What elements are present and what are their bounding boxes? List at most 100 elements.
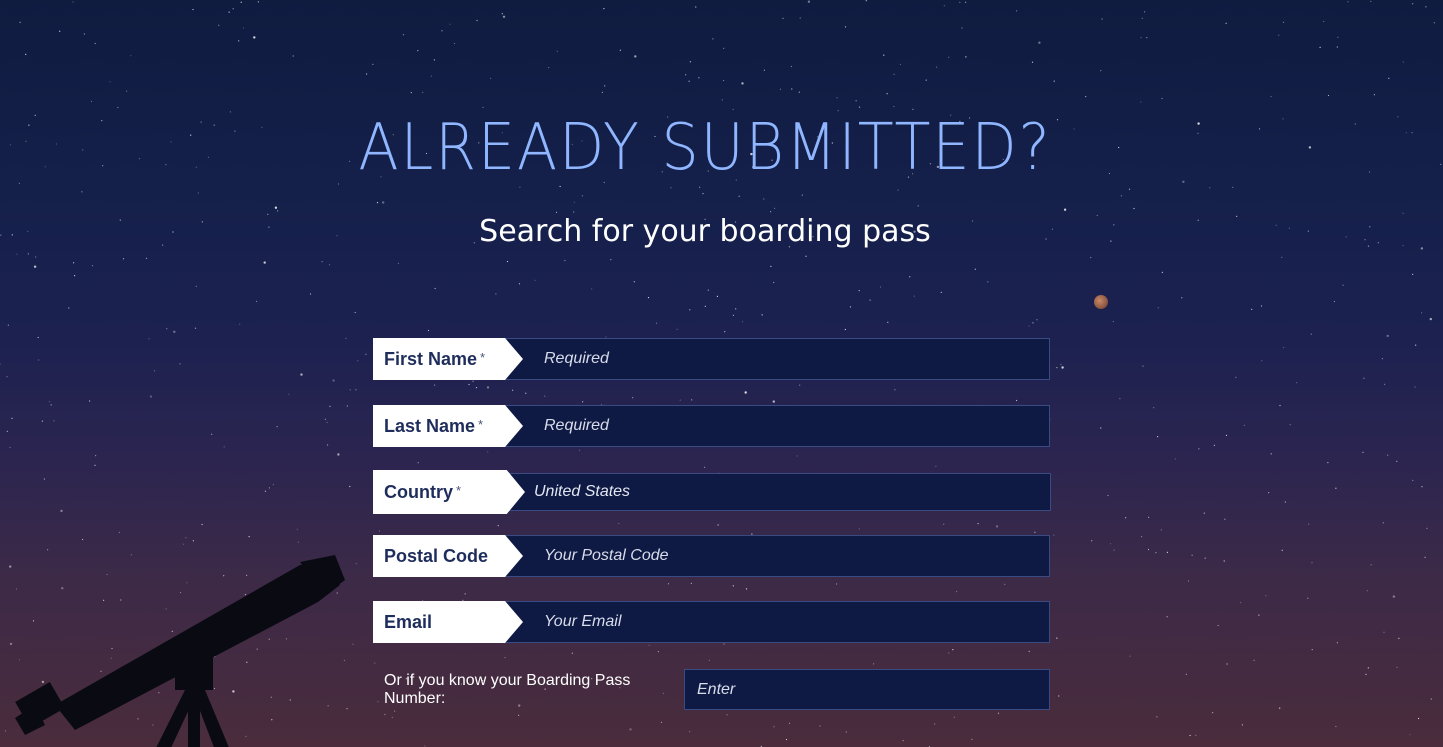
star-icon	[173, 330, 176, 333]
star-icon	[1140, 101, 1142, 103]
star-icon	[582, 401, 584, 403]
star-icon	[1028, 325, 1030, 327]
star-icon	[417, 50, 419, 52]
star-icon	[1147, 548, 1150, 551]
star-icon	[1430, 698, 1432, 700]
star-icon	[556, 50, 558, 52]
star-icon	[925, 79, 927, 81]
star-icon	[1424, 556, 1426, 559]
star-icon	[1212, 712, 1214, 714]
postal-code-label-text: Postal Code	[384, 545, 489, 566]
star-icon	[218, 24, 220, 26]
star-icon	[1327, 94, 1330, 97]
star-icon	[1113, 549, 1115, 551]
star-icon	[1279, 707, 1281, 709]
star-icon	[7, 324, 9, 326]
star-icon	[573, 201, 576, 203]
star-icon	[497, 525, 499, 527]
star-icon	[971, 738, 973, 741]
star-icon	[819, 725, 821, 727]
star-icon	[511, 389, 514, 391]
star-icon	[1226, 663, 1228, 665]
country-select[interactable]	[505, 473, 1051, 511]
star-icon	[1028, 650, 1030, 653]
star-icon	[433, 59, 435, 61]
star-icon	[844, 328, 846, 331]
star-icon	[987, 281, 989, 283]
star-icon	[1336, 642, 1338, 644]
star-icon	[704, 305, 706, 307]
star-icon	[707, 289, 709, 291]
planet-icon	[1094, 295, 1108, 309]
star-icon	[893, 105, 895, 108]
star-icon	[544, 395, 546, 397]
star-icon	[807, 0, 811, 3]
star-icon	[704, 466, 706, 468]
star-icon	[689, 61, 692, 63]
star-icon	[502, 15, 506, 18]
last-name-input[interactable]	[503, 405, 1050, 447]
star-icon	[1120, 195, 1122, 197]
star-icon	[796, 455, 798, 457]
star-icon	[166, 328, 168, 330]
star-icon	[274, 206, 278, 209]
star-icon	[1384, 383, 1386, 385]
star-icon	[1270, 95, 1272, 98]
star-icon	[1281, 256, 1283, 258]
star-icon	[790, 65, 793, 68]
star-icon	[1038, 41, 1041, 44]
star-icon	[676, 328, 678, 330]
star-icon	[239, 323, 241, 325]
required-marker: *	[478, 416, 484, 432]
star-icon	[698, 77, 700, 79]
star-icon	[349, 389, 351, 391]
star-icon	[1354, 123, 1356, 125]
star-icon	[943, 523, 945, 525]
star-icon	[1373, 94, 1375, 96]
star-icon	[1225, 434, 1228, 436]
star-icon	[50, 404, 52, 406]
star-icon	[321, 261, 323, 263]
star-icon	[887, 321, 889, 323]
star-icon	[712, 38, 714, 40]
star-icon	[965, 56, 967, 58]
star-icon	[1421, 486, 1423, 488]
star-icon	[372, 63, 374, 65]
star-icon	[95, 455, 97, 457]
postal-code-row: Postal Code	[373, 535, 1050, 577]
star-icon	[610, 259, 612, 261]
star-icon	[801, 194, 803, 196]
star-icon	[1148, 516, 1150, 518]
star-icon	[506, 260, 509, 263]
star-icon	[965, 1, 967, 3]
star-icon	[9, 144, 11, 146]
star-icon	[1034, 531, 1036, 533]
star-icon	[899, 63, 902, 66]
star-icon	[632, 397, 634, 399]
star-icon	[1418, 717, 1420, 720]
email-input[interactable]	[503, 601, 1050, 643]
star-icon	[1241, 724, 1243, 726]
star-icon	[936, 66, 938, 68]
star-icon	[328, 264, 331, 266]
star-icon	[1412, 479, 1414, 481]
star-icon	[486, 386, 490, 389]
star-icon	[1411, 132, 1413, 134]
star-icon	[490, 77, 492, 79]
star-icon	[1370, 564, 1372, 566]
star-icon	[149, 395, 153, 398]
star-icon	[689, 731, 691, 733]
star-icon	[1258, 614, 1260, 616]
star-icon	[805, 255, 807, 257]
star-icon	[836, 97, 838, 99]
star-icon	[43, 478, 46, 480]
star-icon	[952, 649, 954, 651]
postal-code-input[interactable]	[503, 535, 1050, 577]
star-icon	[38, 359, 40, 361]
star-icon	[732, 314, 735, 316]
star-icon	[1382, 522, 1384, 524]
star-icon	[738, 195, 740, 197]
star-icon	[1281, 549, 1283, 551]
boarding-pass-input[interactable]	[684, 669, 1050, 710]
first-name-input[interactable]	[503, 338, 1050, 380]
